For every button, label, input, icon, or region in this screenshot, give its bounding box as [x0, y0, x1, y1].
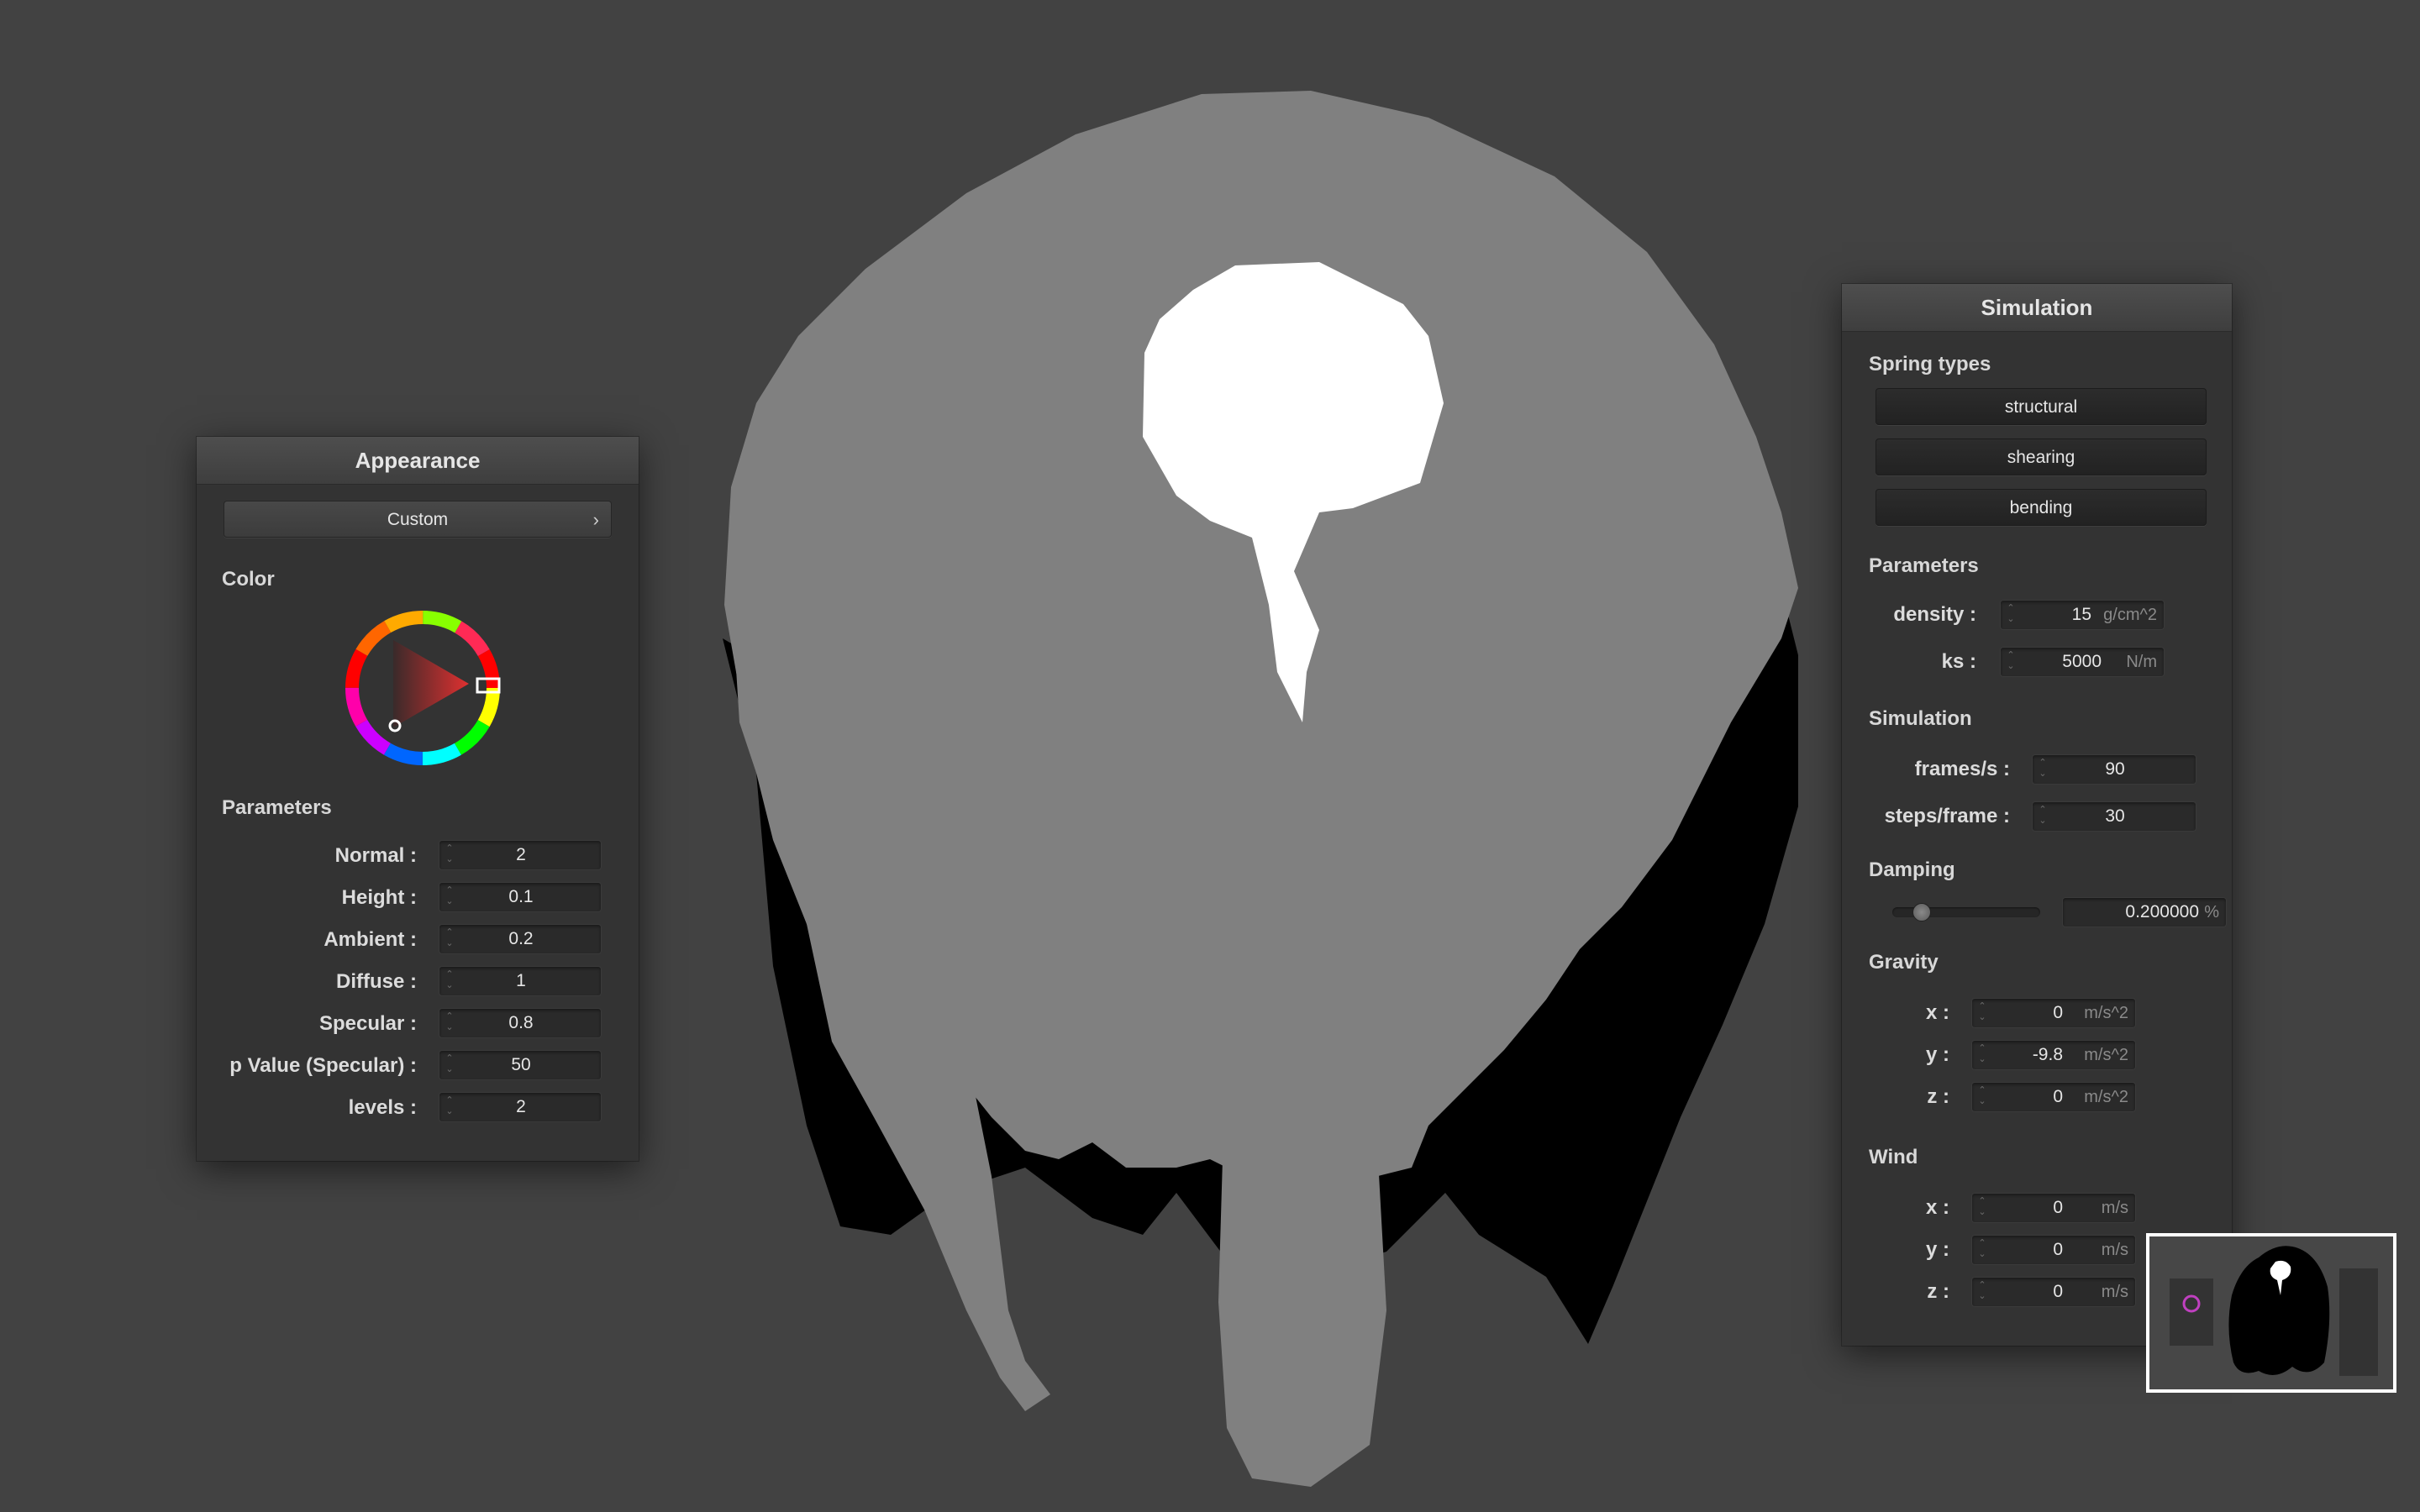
- spinner-icon[interactable]: ⌃ ⌄: [1977, 1196, 1987, 1220]
- parameters-section-label: Parameters: [1869, 554, 1979, 577]
- damping-section-label: Damping: [1869, 858, 1955, 881]
- gravity-x-unit: m/s^2: [2084, 1004, 2128, 1022]
- ambient-input[interactable]: ⌃ ⌄ 0.2: [439, 924, 602, 954]
- appearance-title: Appearance: [197, 437, 639, 485]
- ambient-value: 0.2: [508, 929, 534, 948]
- color-wheel[interactable]: [343, 608, 502, 768]
- levels-value: 2: [516, 1097, 526, 1116]
- param-label-p-value: p Value (Specular) :: [229, 1054, 417, 1077]
- steps-per-frame-value: 30: [2105, 806, 2125, 826]
- spinner-icon[interactable]: ⌃ ⌄: [1977, 1043, 1987, 1067]
- gravity-y-label: y :: [1925, 1043, 1949, 1066]
- damping-slider-handle[interactable]: [1912, 903, 1931, 921]
- gravity-x-label: x :: [1925, 1001, 1949, 1024]
- density-value: 15: [2071, 605, 2091, 624]
- simulation-title: Simulation: [1842, 284, 2232, 332]
- damping-input[interactable]: 0.200000 %: [2062, 897, 2227, 927]
- wind-x-value: 0: [2053, 1198, 2063, 1217]
- wind-z-value: 0: [2053, 1282, 2063, 1301]
- thumbnail-preview: [2149, 1236, 2393, 1389]
- frames-per-second-value: 90: [2105, 759, 2125, 779]
- parameters-section-label: Parameters: [222, 796, 332, 819]
- damping-value: 0.200000: [2125, 902, 2199, 921]
- density-unit: g/cm^2: [2103, 606, 2157, 624]
- damping-unit: %: [2204, 903, 2219, 921]
- wind-section-label: Wind: [1869, 1146, 1918, 1168]
- spinner-icon[interactable]: ⌃ ⌄: [1977, 1085, 1987, 1109]
- screenshot-thumbnail[interactable]: [2146, 1233, 2396, 1393]
- preset-label: Custom: [387, 510, 449, 529]
- specular-value: 0.8: [508, 1013, 534, 1032]
- wind-x-input[interactable]: ⌃ ⌄ 0 m/s: [1971, 1193, 2136, 1223]
- steps-per-frame-label: steps/frame :: [1884, 805, 2010, 827]
- levels-input[interactable]: ⌃ ⌄ 2: [439, 1092, 602, 1122]
- gravity-y-input[interactable]: ⌃ ⌄ -9.8 m/s^2: [1971, 1040, 2136, 1070]
- diffuse-value: 1: [516, 971, 526, 990]
- gravity-x-value: 0: [2053, 1003, 2063, 1022]
- diffuse-input[interactable]: ⌃ ⌄ 1: [439, 966, 602, 996]
- gravity-y-value: -9.8: [2032, 1045, 2063, 1064]
- gravity-z-label: z :: [1927, 1085, 1949, 1108]
- ks-value: 5000: [2062, 652, 2102, 671]
- param-label-ambient: Ambient :: [324, 928, 417, 951]
- frames-per-second-input[interactable]: ⌃ ⌄ 90: [2032, 754, 2196, 785]
- normal-value: 2: [516, 845, 526, 864]
- gravity-section-label: Gravity: [1869, 951, 1939, 974]
- spinner-icon[interactable]: ⌃ ⌄: [2006, 603, 2016, 627]
- param-label-normal: Normal :: [334, 844, 417, 867]
- ks-input[interactable]: ⌃ ⌄ 5000 N/m: [2000, 647, 2165, 677]
- structural-button[interactable]: structural: [1876, 388, 2207, 425]
- wind-z-label: z :: [1927, 1280, 1949, 1303]
- simulation-panel: Simulation Spring types structural shear…: [1842, 284, 2232, 1346]
- steps-per-frame-input[interactable]: ⌃ ⌄ 30: [2032, 801, 2196, 832]
- wind-x-unit: m/s: [2101, 1199, 2128, 1217]
- wind-y-input[interactable]: ⌃ ⌄ 0 m/s: [1971, 1235, 2136, 1265]
- appearance-panel: Appearance Custom › Color Parameters Nor…: [197, 437, 639, 1161]
- chevron-right-icon: ›: [592, 509, 599, 530]
- param-label-levels: levels :: [348, 1096, 417, 1119]
- gravity-y-unit: m/s^2: [2084, 1046, 2128, 1064]
- spinner-icon[interactable]: ⌃ ⌄: [1977, 1001, 1987, 1025]
- ks-unit: N/m: [2126, 653, 2157, 671]
- wind-z-input[interactable]: ⌃ ⌄ 0 m/s: [1971, 1277, 2136, 1307]
- spring-types-label: Spring types: [1869, 353, 1991, 375]
- param-label-height: Height :: [341, 886, 417, 909]
- bending-button[interactable]: bending: [1876, 489, 2207, 526]
- param-label-diffuse: Diffuse :: [336, 970, 417, 993]
- wind-y-value: 0: [2053, 1240, 2063, 1259]
- height-input[interactable]: ⌃ ⌄ 0.1: [439, 882, 602, 912]
- shearing-button[interactable]: shearing: [1876, 438, 2207, 475]
- gravity-z-input[interactable]: ⌃ ⌄ 0 m/s^2: [1971, 1082, 2136, 1112]
- wind-z-unit: m/s: [2101, 1283, 2128, 1301]
- wind-y-unit: m/s: [2101, 1241, 2128, 1259]
- param-label-specular: Specular :: [318, 1012, 417, 1035]
- density-input[interactable]: ⌃ ⌄ 15 g/cm^2: [2000, 600, 2165, 630]
- density-label: density :: [1893, 603, 1976, 626]
- simulation-section-label: Simulation: [1869, 707, 1972, 730]
- gravity-z-unit: m/s^2: [2084, 1088, 2128, 1106]
- height-value: 0.1: [508, 887, 534, 906]
- specular-input[interactable]: ⌃ ⌄ 0.8: [439, 1008, 602, 1038]
- gravity-x-input[interactable]: ⌃ ⌄ 0 m/s^2: [1971, 998, 2136, 1028]
- p-value-input[interactable]: ⌃ ⌄ 50: [439, 1050, 602, 1080]
- wind-x-label: x :: [1925, 1196, 1949, 1219]
- color-section-label: Color: [222, 568, 275, 591]
- preset-dropdown[interactable]: Custom ›: [224, 501, 612, 538]
- cloth-front-fold: [1218, 739, 1386, 1487]
- gravity-z-value: 0: [2053, 1087, 2063, 1106]
- spinner-icon[interactable]: ⌃ ⌄: [1977, 1280, 1987, 1304]
- cloth-mesh: [723, 91, 1798, 1487]
- wind-y-label: y :: [1925, 1238, 1949, 1261]
- normal-input[interactable]: ⌃ ⌄ 2: [439, 840, 602, 870]
- frames-per-second-label: frames/s :: [1914, 758, 2010, 780]
- p-value-value: 50: [511, 1055, 531, 1074]
- spinner-icon[interactable]: ⌃ ⌄: [1977, 1238, 1987, 1262]
- spinner-icon[interactable]: ⌃ ⌄: [2006, 650, 2016, 674]
- ks-label: ks :: [1941, 650, 1976, 673]
